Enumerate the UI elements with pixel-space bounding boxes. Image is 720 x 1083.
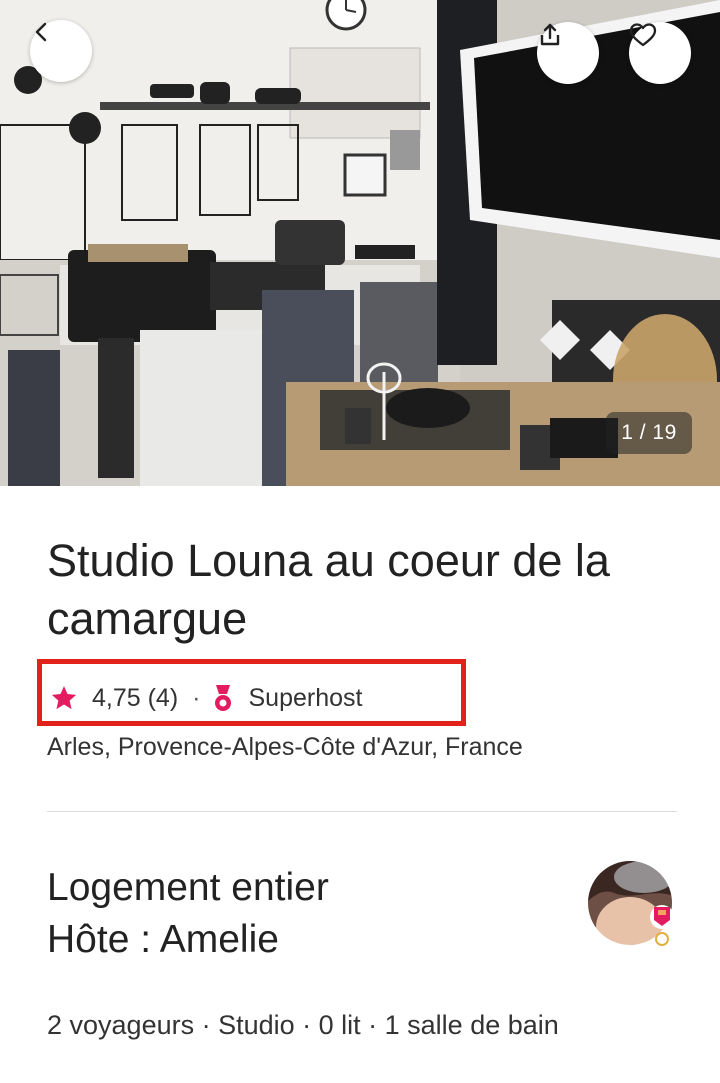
star-icon [51,686,77,710]
chevron-left-icon [35,22,47,42]
listing-details: 2 voyageurs · Studio · 0 lit · 1 salle d… [47,1010,559,1040]
section-divider [47,811,677,812]
superhost-label: Superhost [248,683,363,712]
host-name: Hôte : Amelie [47,918,279,961]
listing-type: Logement entier [47,866,329,909]
listing-title: Studio Louna au coeur de la camargue [47,535,610,644]
photo-counter: 1 / 19 [606,412,692,454]
listing-photo[interactable]: 1 / 19 [0,0,720,486]
superhost-medal-icon [214,685,231,711]
share-button[interactable] [537,22,599,84]
rating-row[interactable]: 4,75 (4) · Superhost [50,680,362,716]
favorite-button[interactable] [629,22,691,84]
separator-dot: · [192,683,201,712]
host-avatar-photo [586,859,674,947]
host-avatar[interactable] [584,857,676,949]
listing-location[interactable]: Arles, Provence-Alpes-Côte d'Azur, Franc… [47,730,523,764]
rating-value: 4,75 (4) [92,683,179,712]
heart-icon [629,23,657,47]
back-button[interactable] [30,20,92,82]
host-summary: Logement entier Hôte : Amelie [47,862,567,966]
share-icon [540,23,560,46]
